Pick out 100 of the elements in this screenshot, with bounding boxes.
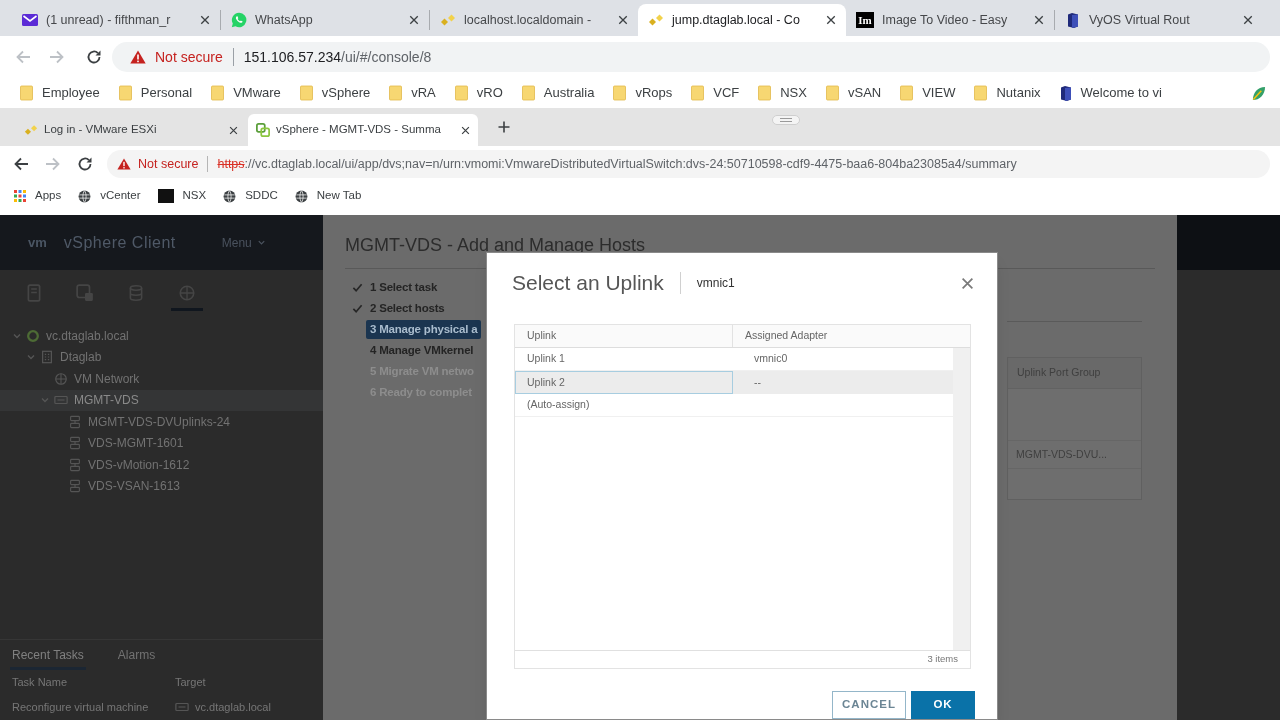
table-row[interactable]: Uplink 2 -- (515, 371, 953, 394)
url-text: 151.106.57.234/ui/#/console/8 (243, 47, 432, 67)
squares-icon (256, 123, 270, 137)
bookmark[interactable]: Personal (110, 80, 201, 106)
column-header: Target (175, 674, 206, 690)
bookmark[interactable]: Apps (10, 184, 66, 208)
bookmark[interactable]: VMware (203, 80, 289, 106)
cancel-button[interactable]: CANCEL (832, 691, 906, 719)
folder-icon (613, 85, 627, 101)
column-header: Uplink (515, 325, 733, 347)
plus-icon[interactable] (498, 121, 510, 133)
folder-icon (20, 85, 33, 101)
switch-icon (175, 700, 189, 714)
close-icon[interactable] (409, 15, 419, 25)
folder-icon (211, 85, 225, 101)
browser-tab[interactable]: (1 unread) - fifthman_r (12, 4, 220, 36)
browser-tab[interactable]: vSphere - MGMT-VDS - Summa (248, 114, 478, 146)
port-group-icon (68, 414, 82, 429)
bookmark[interactable]: VCF (683, 80, 748, 106)
port-group-icon (68, 436, 82, 451)
grip-icon[interactable] (772, 115, 800, 125)
close-icon[interactable] (461, 125, 470, 135)
table-cell: Uplink 2 (515, 371, 733, 394)
browser-tab[interactable]: Im Image To Video - Easy (846, 4, 1054, 36)
reload-icon[interactable] (86, 49, 102, 65)
browser-tab[interactable]: jump.dtaglab.local - Co (638, 4, 846, 36)
browser-tab[interactable]: VyOS Virtual Rout (1055, 4, 1263, 36)
caret-icon (256, 238, 266, 247)
square-icon (157, 189, 174, 203)
ok-button[interactable]: OK (911, 691, 975, 719)
network-icon (54, 371, 68, 386)
url-text: https://vc.dtaglab.local/ui/app/dvs;nav=n/urn:vmomi:VmwareDistributedVirtualSwitch:dvs-24:50710598-cdf9-4475-baa6-804ba23085a4/summary (217, 155, 1017, 173)
bookmark[interactable]: NSX (750, 80, 815, 106)
globe-icon (223, 189, 237, 203)
diamonds-icon (440, 12, 456, 28)
wizard-title: MGMT-VDS - Add and Manage Hosts (345, 235, 646, 255)
building-icon (40, 350, 54, 365)
bookmark[interactable]: Nutanix (966, 80, 1049, 106)
server-icon (1065, 12, 1081, 28)
security-warning[interactable]: Not secure (138, 154, 199, 174)
column-header: Assigned Adapter (744, 328, 829, 344)
table-cell-text: vmnic0 (753, 351, 789, 367)
close-icon[interactable] (618, 15, 628, 25)
browser-tab[interactable]: Log in - VMware ESXi (16, 114, 246, 146)
table-cell-text: vc.dtaglab.local (195, 699, 271, 715)
bookmark[interactable]: VIEW (892, 80, 964, 106)
item-count: 3 items (927, 652, 958, 667)
apps-grid-icon (14, 190, 26, 202)
bookmark[interactable]: Employee (12, 80, 108, 106)
folder-icon (691, 85, 705, 101)
port-group-icon (68, 457, 82, 472)
globe-icon (78, 189, 92, 203)
diamonds-icon (648, 12, 664, 28)
close-icon[interactable] (200, 15, 210, 25)
table-cell-text: (Auto-assign) (526, 397, 591, 413)
close-icon[interactable] (826, 15, 836, 25)
port-group-icon (68, 479, 82, 494)
close-icon[interactable] (1243, 15, 1253, 25)
folder-icon (974, 85, 988, 101)
browser-tab[interactable]: WhatsApp (221, 4, 429, 36)
column-header: Task Name (12, 674, 69, 690)
wizard-step[interactable]: 3 Manage physical a (366, 319, 482, 340)
bookmark[interactable]: Welcome to vi (1051, 80, 1170, 106)
folder-icon (900, 85, 914, 101)
folder-icon (389, 85, 403, 101)
close-icon[interactable] (229, 125, 238, 135)
folder-icon (825, 85, 839, 101)
bookmark[interactable]: NSX (153, 184, 211, 208)
bookmark[interactable]: vSAN (817, 80, 890, 106)
security-warning[interactable]: Not secure (155, 46, 223, 68)
bookmark[interactable]: vSphere (291, 80, 379, 106)
bottom-tab[interactable]: Recent Tasks (10, 646, 86, 670)
bookmark[interactable]: vRO (446, 80, 511, 106)
server-icon (1059, 85, 1072, 101)
address-bar[interactable]: Not secure https://vc.dtaglab.local/ui/app/dvs;nav=n/urn:vmomi:VmwareDistributedVirtualSwitch:dvs-24:50710598-cdf9-4475-baa6-804ba23085a4/summary (107, 150, 1270, 178)
ring-icon (26, 328, 40, 343)
close-icon[interactable] (1034, 15, 1044, 25)
address-bar[interactable]: Not secure 151.106.57.234/ui/#/console/8 (112, 42, 1270, 72)
dialog-subtitle: vmnic1 (696, 275, 735, 292)
bookmark[interactable]: Australia (513, 80, 603, 106)
scrollbar-track[interactable] (953, 348, 970, 650)
bookmark[interactable]: New Tab (290, 184, 366, 208)
network-icon (178, 284, 196, 302)
bookmark[interactable]: vRops (605, 80, 681, 106)
folder-icon (758, 85, 772, 101)
table-cell-text: Uplink 1 (526, 351, 566, 367)
bookmark[interactable]: vRA (381, 80, 444, 106)
envelope-icon (22, 12, 38, 28)
leaf-icon (1251, 85, 1266, 101)
database-icon (127, 284, 145, 302)
bookmark[interactable]: vCenter (74, 184, 145, 208)
back-arrow-icon[interactable] (13, 156, 29, 172)
browser-tab[interactable]: localhost.localdomain - (430, 4, 638, 36)
app-title: vSphere Client (63, 232, 176, 253)
warning-icon (117, 158, 131, 170)
tree-item[interactable]: MGMT-VDS (0, 389, 323, 411)
reload-icon[interactable] (77, 156, 93, 172)
folder-icon (118, 85, 132, 101)
box-icon (76, 284, 94, 302)
bookmark[interactable]: SDDC (219, 184, 282, 208)
